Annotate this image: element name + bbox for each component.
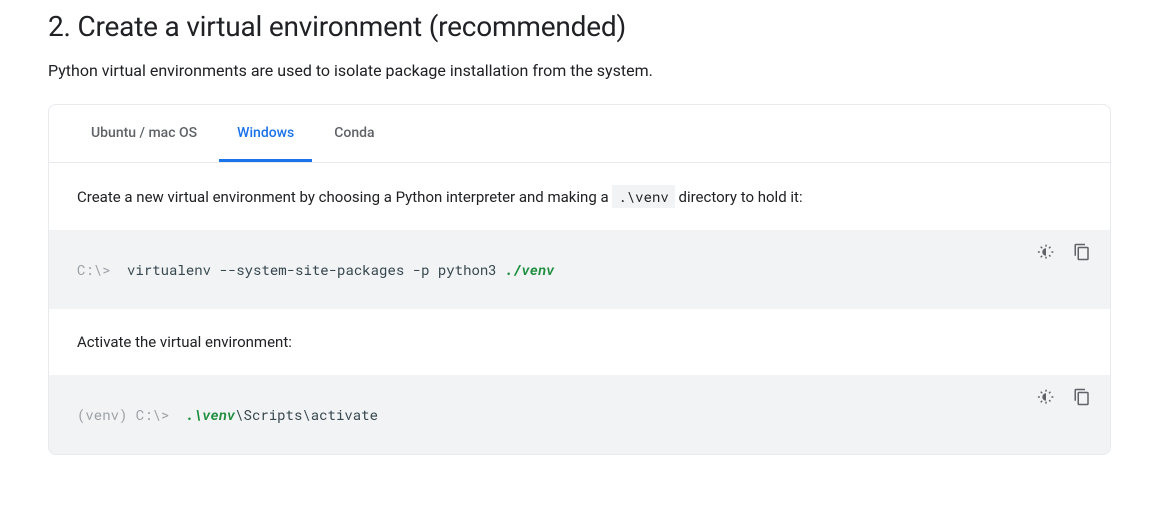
code-actions-1 xyxy=(1032,238,1096,266)
tab-panel-windows: Create a new virtual environment by choo… xyxy=(49,163,1110,454)
tabbed-card: Ubuntu / mac OS Windows Conda Create a n… xyxy=(48,104,1111,455)
theme-toggle-icon[interactable] xyxy=(1032,238,1060,266)
code2-path: .\venv xyxy=(186,405,235,424)
tabs-bar: Ubuntu / mac OS Windows Conda xyxy=(49,105,1110,163)
theme-toggle-icon[interactable] xyxy=(1032,383,1060,411)
copy-icon[interactable] xyxy=(1068,383,1096,411)
tab-windows[interactable]: Windows xyxy=(219,105,312,162)
step1-after: directory to hold it: xyxy=(675,188,803,206)
tab-ubuntu-macos[interactable]: Ubuntu / mac OS xyxy=(73,105,215,162)
step1-before: Create a new virtual environment by choo… xyxy=(77,188,612,206)
tab-conda[interactable]: Conda xyxy=(316,105,392,162)
code-actions-2 xyxy=(1032,383,1096,411)
step1-inline-code: .\venv xyxy=(612,185,674,208)
code-block-1: C:\> virtualenv --system-site-packages -… xyxy=(49,230,1110,309)
step1-text: Create a new virtual environment by choo… xyxy=(49,163,1110,230)
step2-text: Activate the virtual environment: xyxy=(49,309,1110,375)
code1-cmd: virtualenv --system-site-packages -p pyt… xyxy=(127,260,505,279)
code-block-2: (venv) C:\> .\venv\Scripts\activate xyxy=(49,375,1110,454)
code2-cmd-after: \Scripts\activate xyxy=(235,405,378,424)
code1-prompt: C:\> xyxy=(77,260,111,279)
code2-prompt: (venv) C:\> xyxy=(77,405,169,424)
intro-text: Python virtual environments are used to … xyxy=(48,61,1111,80)
copy-icon[interactable] xyxy=(1068,238,1096,266)
code1-path: ./venv xyxy=(505,260,554,279)
section-heading: 2. Create a virtual environment (recomme… xyxy=(48,10,1111,43)
